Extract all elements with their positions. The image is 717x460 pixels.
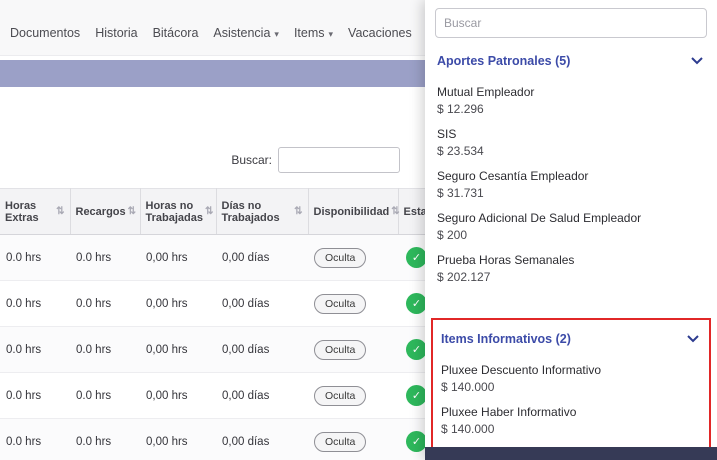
nav-tab-documentos[interactable]: Documentos: [10, 26, 80, 40]
panel-sections: Aportes Patronales (5) Mutual Empleador $ …: [435, 38, 707, 452]
column-label: Disponibilidad: [314, 206, 390, 218]
table-cell-disponibilidad: Oculta: [308, 327, 398, 373]
nav-tab-bita-cora[interactable]: Bitácora: [153, 26, 199, 40]
column-header-horas-extras[interactable]: Horas Extras⇅: [0, 189, 70, 235]
table-cell-di-as-no-trabajados: 0,00 días: [216, 373, 308, 419]
list-item[interactable]: Mutual Empleador $ 12.296: [435, 80, 707, 122]
caret-down-icon: ▾: [329, 29, 334, 39]
nav-tab-items[interactable]: Items▾: [294, 26, 333, 40]
table-cell-horas-extras: 0.0 hrs: [0, 373, 70, 419]
panel-section: Aportes Patronales (5) Mutual Empleador $ …: [435, 38, 707, 290]
success-check-icon: ✓: [406, 385, 427, 406]
column-header-recargos[interactable]: Recargos⇅: [70, 189, 140, 235]
item-name: Pluxee Descuento Informativo: [441, 363, 701, 377]
item-name: Seguro Cesantía Empleador: [437, 169, 705, 183]
sort-icon[interactable]: ⇅: [391, 206, 399, 217]
item-name: SIS: [437, 127, 705, 141]
item-value: $ 140.000: [441, 380, 701, 394]
search-label: Buscar:: [231, 153, 272, 167]
table-cell-horas-no-trabajadas: 0,00 hrs: [140, 327, 216, 373]
table-cell-horas-extras: 0.0 hrs: [0, 419, 70, 460]
table-cell-recargos: 0.0 hrs: [70, 373, 140, 419]
caret-down-icon: ▾: [274, 29, 279, 39]
item-value: $ 31.731: [437, 186, 705, 200]
sort-icon[interactable]: ⇅: [205, 206, 213, 217]
table-cell-horas-no-trabajadas: 0,00 hrs: [140, 373, 216, 419]
table-cell-recargos: 0.0 hrs: [70, 327, 140, 373]
list-item[interactable]: Seguro Cesantía Empleador $ 31.731: [435, 164, 707, 206]
sort-icon[interactable]: ⇅: [294, 206, 302, 217]
nav-tab-historia[interactable]: Historia: [95, 26, 137, 40]
success-check-icon: ✓: [406, 339, 427, 360]
item-name: Seguro Adicional De Salud Empleador: [437, 211, 705, 225]
chevron-down-icon[interactable]: [691, 52, 703, 70]
panel-search-input[interactable]: [435, 8, 707, 38]
item-value: $ 202.127: [437, 270, 705, 284]
item-name: Mutual Empleador: [437, 85, 705, 99]
visibility-badge: Oculta: [314, 294, 366, 314]
table-cell-horas-no-trabajadas: 0,00 hrs: [140, 235, 216, 281]
table-cell-di-as-no-trabajados: 0,00 días: [216, 327, 308, 373]
list-item[interactable]: Pluxee Descuento Informativo $ 140.000: [439, 358, 703, 400]
table-cell-recargos: 0.0 hrs: [70, 235, 140, 281]
employee-detail-screen: Documentos Historia Bitácora Asistencia▾ Ite…: [0, 0, 717, 460]
section-header-items-informativos-2[interactable]: Items Informativos (2): [439, 320, 703, 358]
table-cell-horas-extras: 0.0 hrs: [0, 281, 70, 327]
list-item[interactable]: Seguro Adicional De Salud Empleador $ 200: [435, 206, 707, 248]
item-name: Prueba Horas Semanales: [437, 253, 705, 267]
table-cell-recargos: 0.0 hrs: [70, 281, 140, 327]
column-label: Horas Extras: [5, 200, 54, 224]
success-check-icon: ✓: [406, 247, 427, 268]
items-side-panel: Aportes Patronales (5) Mutual Empleador $ …: [425, 0, 717, 460]
table-cell-recargos: 0.0 hrs: [70, 419, 140, 460]
list-item[interactable]: SIS $ 23.534: [435, 122, 707, 164]
column-header-horas-no-trabajadas[interactable]: Horas no Trabajadas⇅: [140, 189, 216, 235]
highlight-annotation: Items Informativos (2) Pluxee Descuento I…: [431, 318, 711, 452]
nav-tab-asistencia[interactable]: Asistencia▾: [213, 26, 279, 40]
table-cell-horas-extras: 0.0 hrs: [0, 327, 70, 373]
success-check-icon: ✓: [406, 293, 427, 314]
list-item[interactable]: Prueba Horas Semanales $ 202.127: [435, 248, 707, 290]
column-label: Horas no Trabajadas: [146, 200, 203, 224]
list-item[interactable]: Pluxee Haber Informativo $ 140.000: [439, 400, 703, 442]
table-cell-di-as-no-trabajados: 0,00 días: [216, 235, 308, 281]
panel-footer-bar: [425, 447, 717, 460]
table-cell-horas-no-trabajadas: 0,00 hrs: [140, 281, 216, 327]
item-value: $ 140.000: [441, 422, 701, 436]
section-header-aportes-patronales-5[interactable]: Aportes Patronales (5): [435, 38, 707, 80]
column-header-disponibilidad[interactable]: Disponibilidad⇅: [308, 189, 398, 235]
section-title: Items Informativos (2): [441, 332, 571, 346]
table-cell-di-as-no-trabajados: 0,00 días: [216, 419, 308, 460]
visibility-badge: Oculta: [314, 386, 366, 406]
visibility-badge: Oculta: [314, 248, 366, 268]
item-value: $ 23.534: [437, 144, 705, 158]
success-check-icon: ✓: [406, 431, 427, 452]
table-cell-disponibilidad: Oculta: [308, 373, 398, 419]
chevron-down-icon[interactable]: [687, 330, 699, 348]
table-search-input[interactable]: [278, 147, 400, 173]
sort-icon[interactable]: ⇅: [128, 206, 136, 217]
table-cell-disponibilidad: Oculta: [308, 235, 398, 281]
section-title: Aportes Patronales (5): [437, 54, 570, 68]
table-cell-horas-no-trabajadas: 0,00 hrs: [140, 419, 216, 460]
column-header-di-as-no-trabajados[interactable]: Días no Trabajados⇅: [216, 189, 308, 235]
table-cell-disponibilidad: Oculta: [308, 281, 398, 327]
table-cell-horas-extras: 0.0 hrs: [0, 235, 70, 281]
column-label: Días no Trabajados: [222, 200, 293, 224]
nav-tab-vacaciones[interactable]: Vacaciones: [348, 26, 412, 40]
sort-icon[interactable]: ⇅: [56, 206, 64, 217]
table-cell-disponibilidad: Oculta: [308, 419, 398, 460]
item-value: $ 200: [437, 228, 705, 242]
column-label: Recargos: [76, 206, 126, 218]
visibility-badge: Oculta: [314, 340, 366, 360]
table-cell-di-as-no-trabajados: 0,00 días: [216, 281, 308, 327]
item-value: $ 12.296: [437, 102, 705, 116]
item-name: Pluxee Haber Informativo: [441, 405, 701, 419]
visibility-badge: Oculta: [314, 432, 366, 452]
